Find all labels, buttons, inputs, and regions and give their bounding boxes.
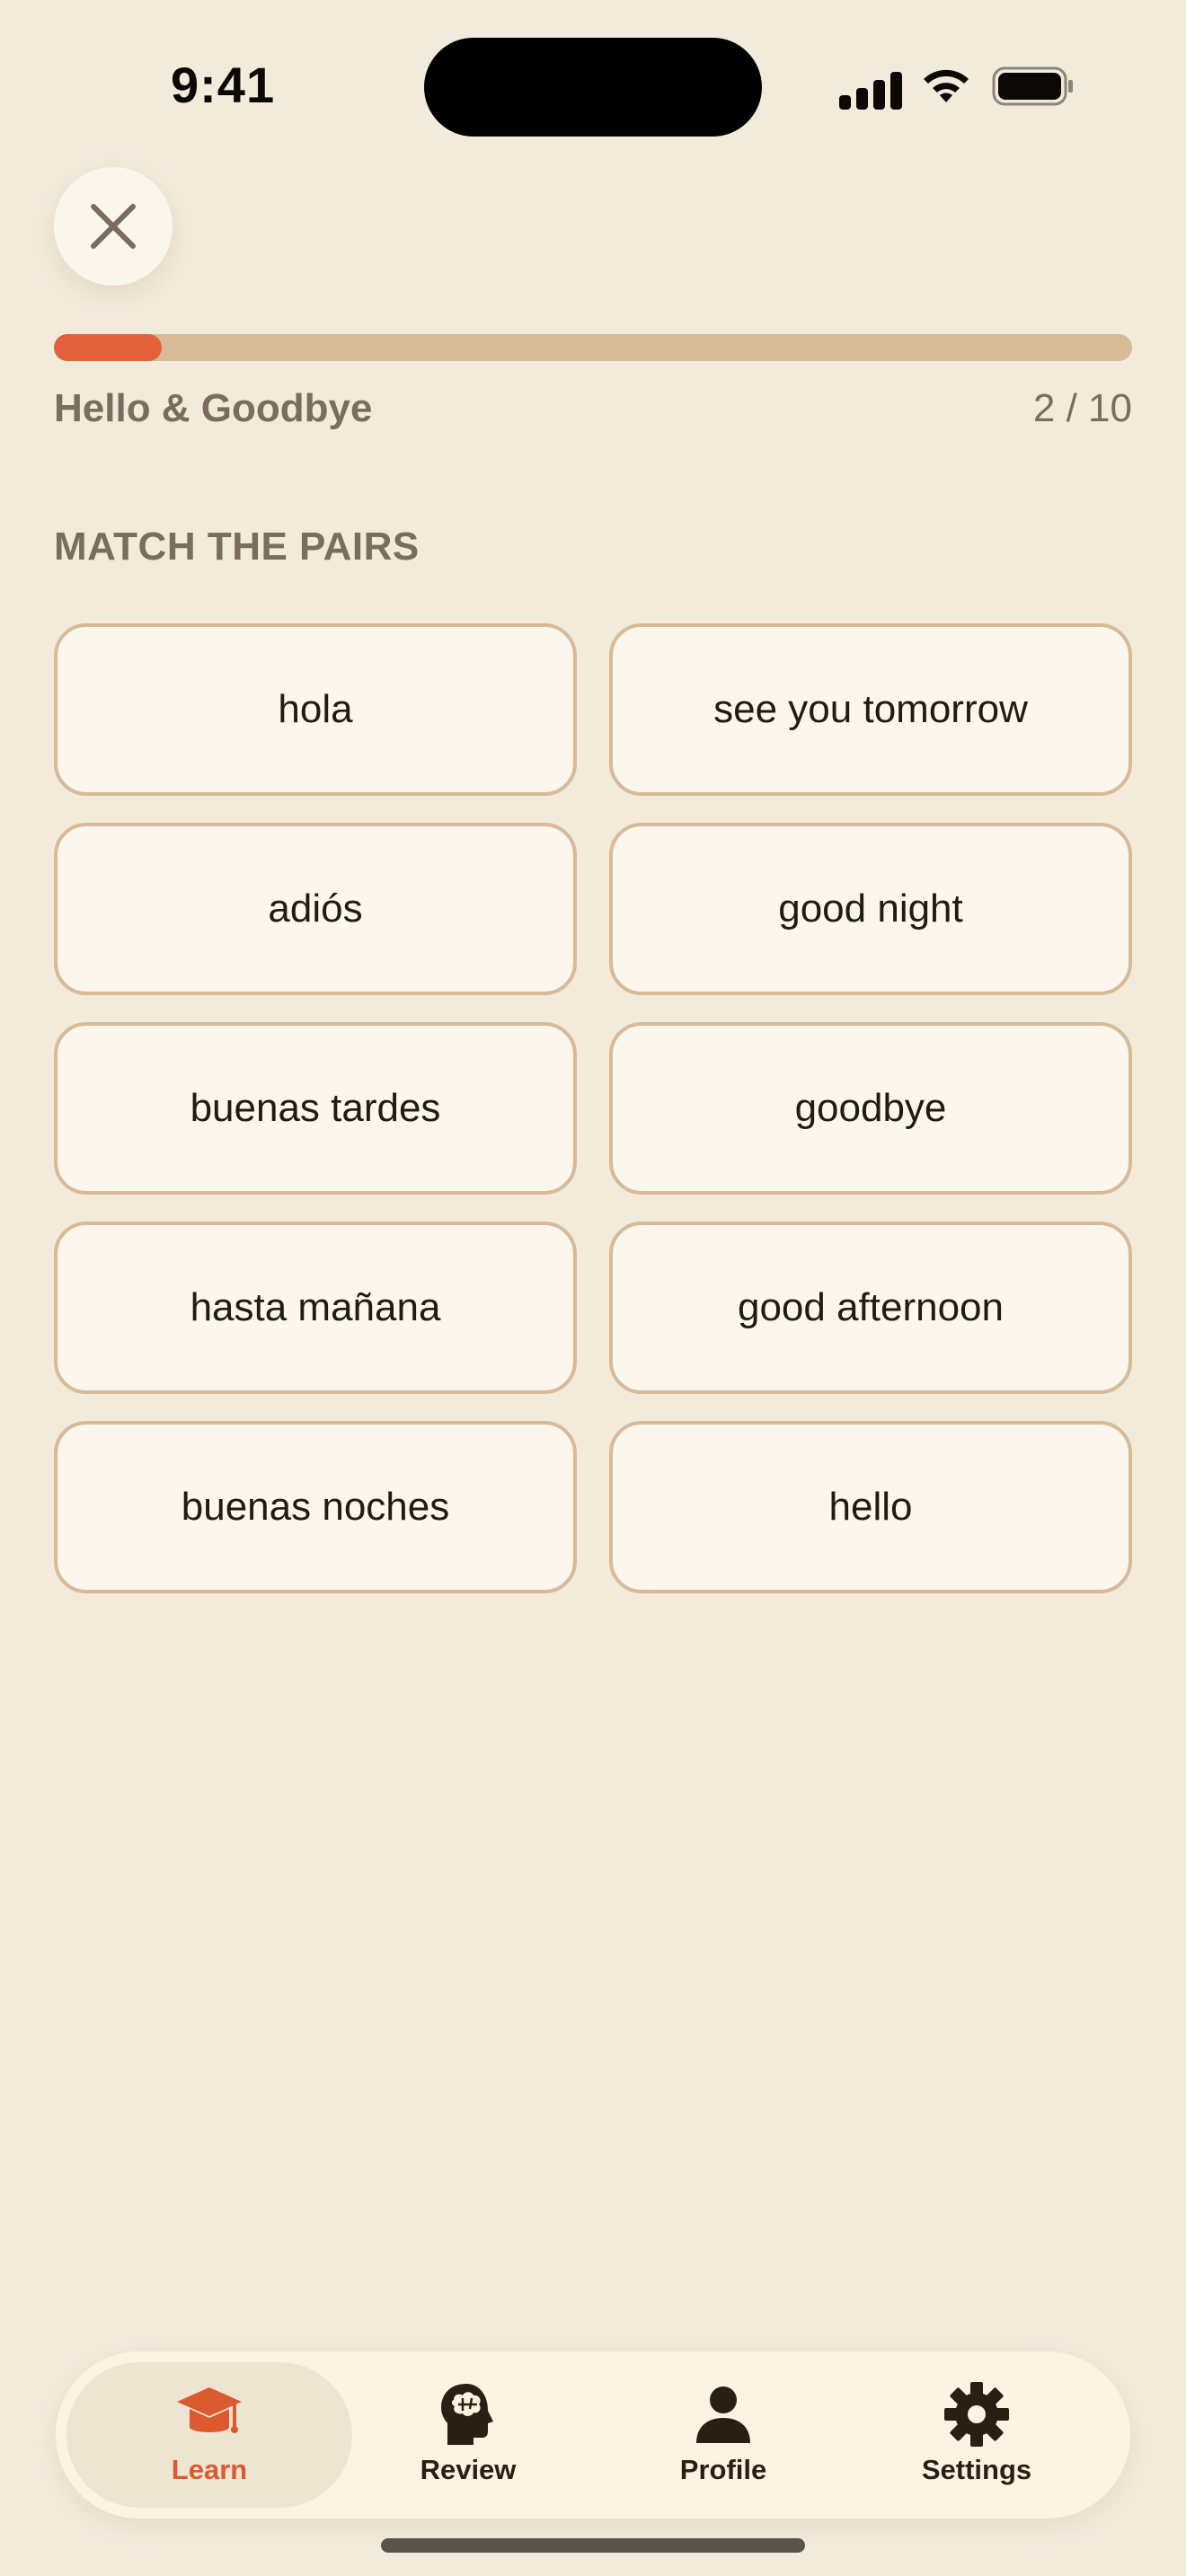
brain-head-icon [441, 2384, 493, 2445]
person-icon [696, 2386, 750, 2443]
lesson-progress-fill [54, 334, 162, 361]
bottom-tab-bar: Learn Review Profile Settings [56, 2351, 1130, 2519]
pair-card-left[interactable]: buenas tardes [54, 1022, 577, 1195]
close-icon [91, 204, 136, 249]
lesson-screen: 9:41 Hello & Goodbye 2 / 10 MATCH THE PA… [0, 0, 1186, 2576]
pair-card-left[interactable]: buenas noches [54, 1421, 577, 1593]
cellular-signal-icon [839, 70, 902, 110]
status-time: 9:41 [171, 57, 276, 113]
tab-profile[interactable]: Profile [580, 2362, 866, 2508]
pair-card-right[interactable]: good night [609, 823, 1132, 995]
pair-card-left[interactable]: hasta mañana [54, 1222, 577, 1394]
match-pairs-grid: hola see you tomorrow adiós good night b… [54, 623, 1132, 1593]
tab-label: Learn [171, 2454, 248, 2485]
pair-card-left[interactable]: adiós [54, 823, 577, 995]
tab-review[interactable]: Review [325, 2362, 611, 2508]
dynamic-island [424, 38, 762, 137]
pair-card-left[interactable]: hola [54, 623, 577, 796]
close-button[interactable] [54, 167, 173, 286]
gear-icon [944, 2382, 1009, 2447]
lesson-progress-count: 2 / 10 [1032, 386, 1132, 430]
lesson-title: Hello & Goodbye [54, 386, 373, 430]
tab-learn[interactable]: Learn [66, 2362, 352, 2508]
graduation-cap-icon [177, 2387, 242, 2433]
pair-card-right[interactable]: see you tomorrow [609, 623, 1132, 796]
lesson-progress-bar [54, 334, 1132, 361]
exercise-instruction: MATCH THE PAIRS [54, 525, 420, 569]
tab-label: Settings [921, 2454, 1032, 2485]
home-indicator [381, 2538, 805, 2553]
wifi-icon [924, 69, 969, 102]
pair-card-right[interactable]: good afternoon [609, 1222, 1132, 1394]
tab-settings[interactable]: Settings [834, 2362, 1120, 2508]
pair-card-right[interactable]: goodbye [609, 1022, 1132, 1195]
battery-icon [992, 66, 1073, 106]
tab-label: Profile [679, 2454, 767, 2485]
tab-label: Review [420, 2454, 517, 2485]
pair-card-right[interactable]: hello [609, 1421, 1132, 1593]
